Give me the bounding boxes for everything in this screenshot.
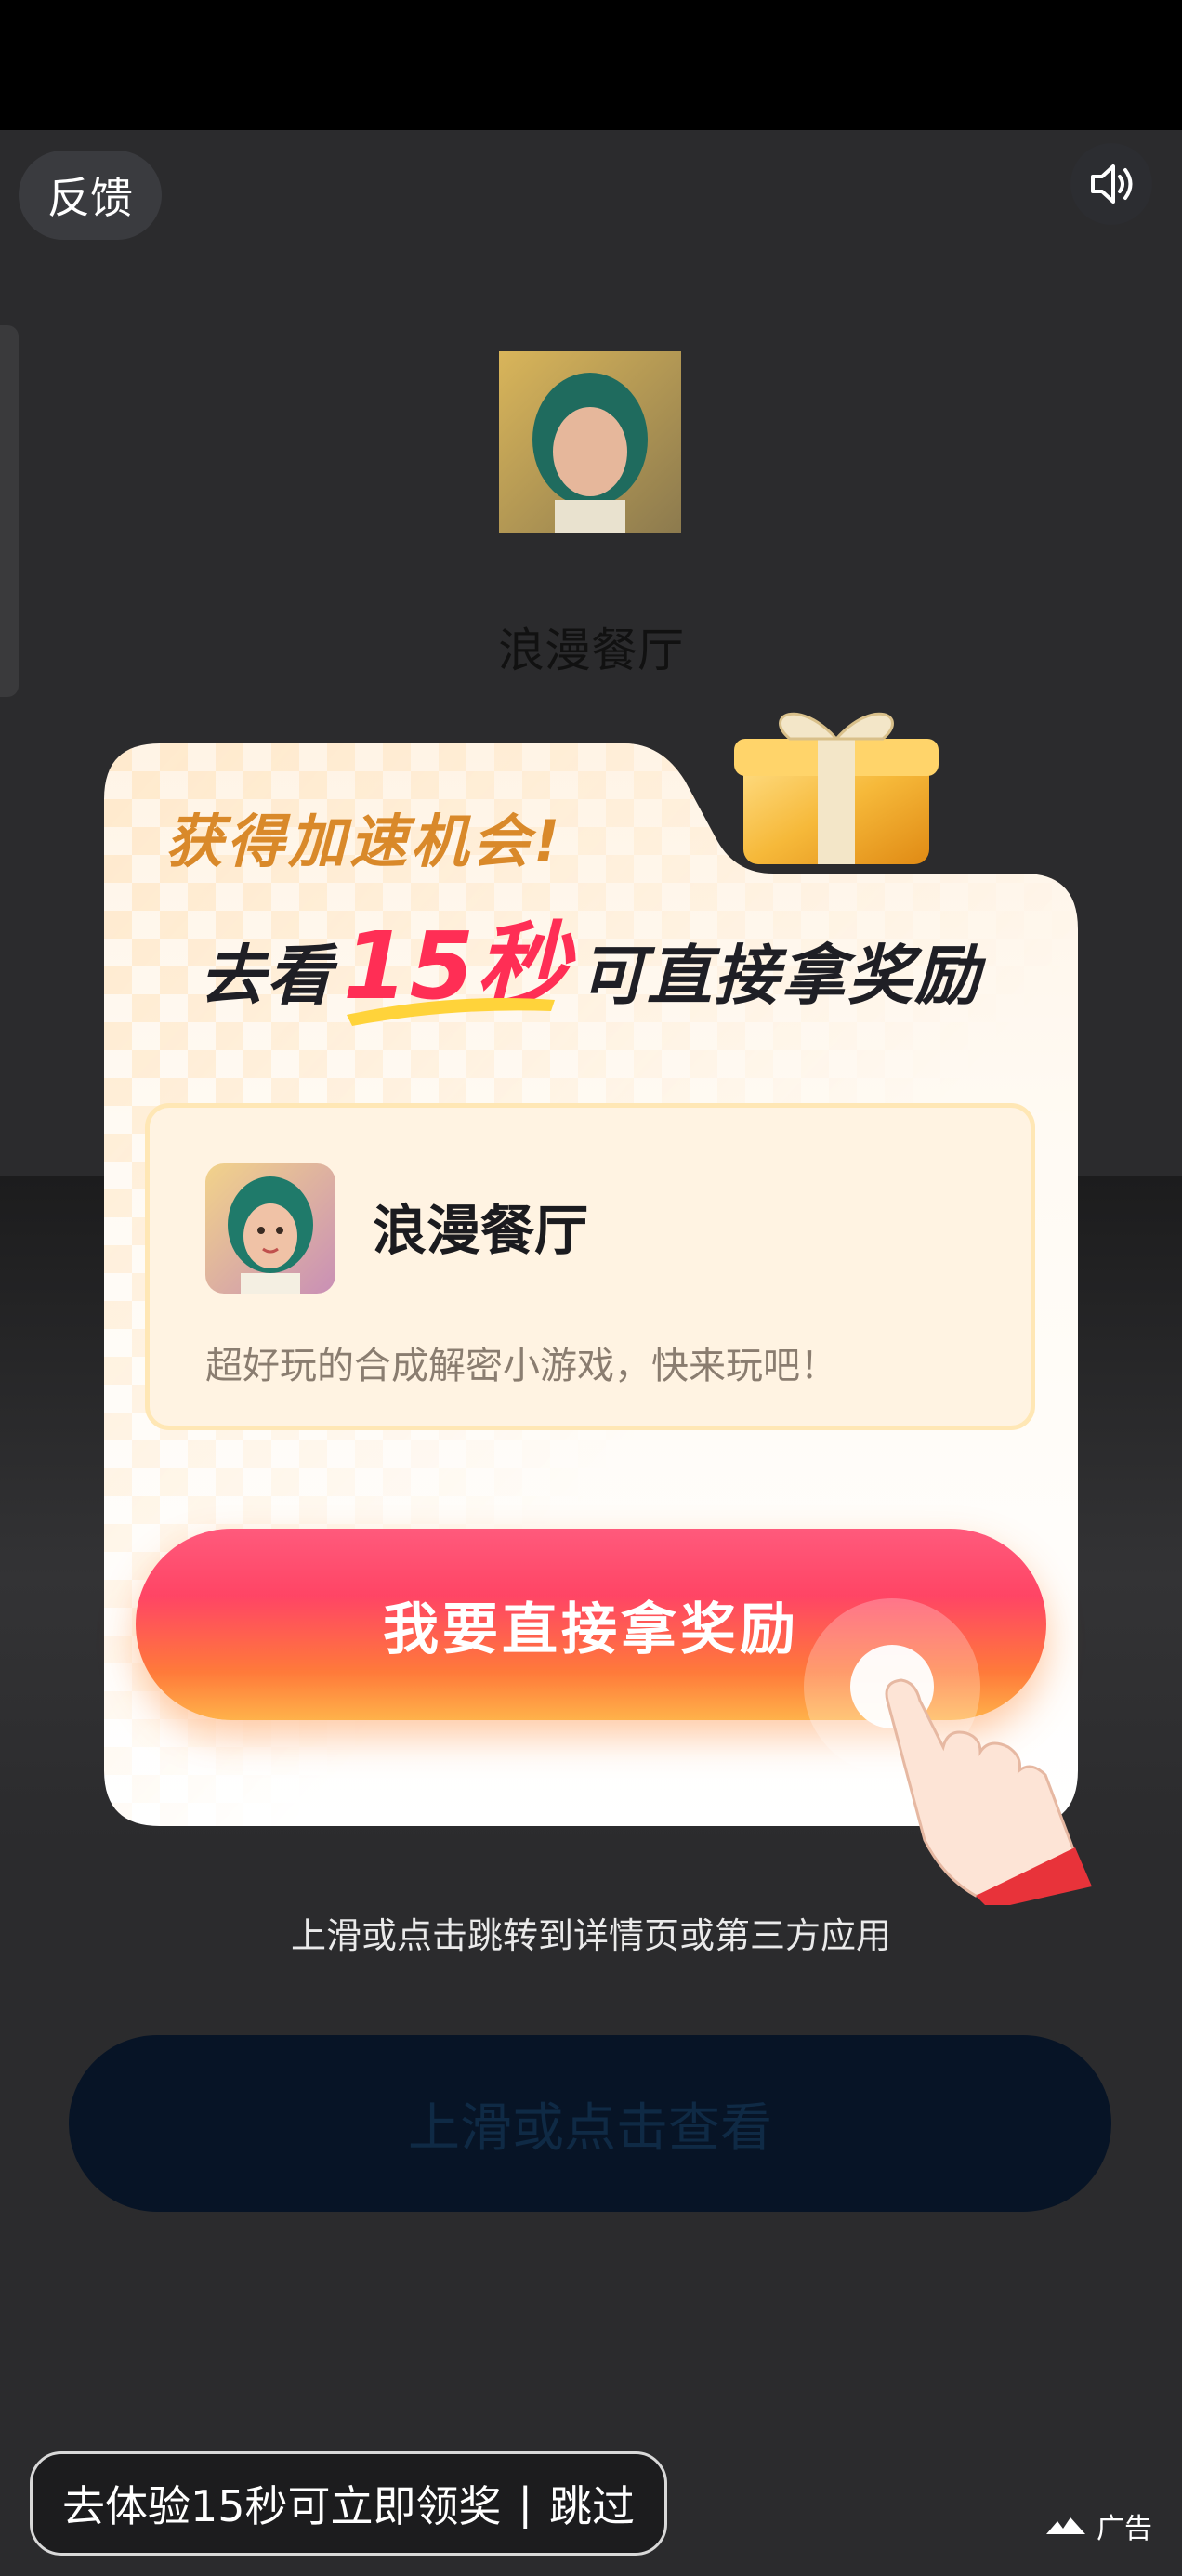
- app-icon[interactable]: [205, 1163, 335, 1294]
- app-name: 浪漫餐厅: [373, 1199, 589, 1262]
- skip-button[interactable]: 跳过: [549, 2473, 635, 2534]
- ad-badge: 广告: [1044, 2505, 1152, 2546]
- reward-title: 获得加速机会!: [165, 808, 564, 875]
- skip-info-text: 去体验15秒可立即领奖: [61, 2481, 502, 2531]
- highlight-underline: [347, 998, 555, 1026]
- feedback-button[interactable]: 反馈: [19, 151, 162, 240]
- background-app-name: 浪漫餐厅: [498, 624, 684, 677]
- status-bar: [0, 0, 1182, 130]
- ad-logo-icon: [1046, 2517, 1085, 2534]
- skip-separator: |: [518, 2478, 533, 2529]
- headline-prefix: 去看: [200, 938, 334, 1014]
- claim-reward-label: 我要直接拿奖励: [383, 1597, 799, 1663]
- headline: 去看 15秒 可直接拿奖励: [200, 912, 982, 1020]
- swipe-view-button[interactable]: 上滑或点击查看: [69, 2035, 1111, 2212]
- app-info-card[interactable]: 浪漫餐厅 超好玩的合成解密小游戏，快来玩吧！: [145, 1103, 1035, 1430]
- speaker-icon: [1091, 164, 1133, 204]
- ad-label-text: 广告: [1097, 2513, 1152, 2545]
- gift-box-icon: [734, 712, 939, 864]
- sound-toggle-button[interactable]: [1070, 143, 1152, 225]
- pointing-hand-icon: [804, 1598, 1092, 1905]
- jump-hint-text: 上滑或点击跳转到详情页或第三方应用: [290, 1915, 891, 1956]
- headline-suffix: 可直接拿奖励: [580, 938, 982, 1014]
- app-description: 超好玩的合成解密小游戏，快来玩吧！: [205, 1345, 837, 1387]
- skip-bar[interactable]: 去体验15秒可立即领奖 | 跳过: [30, 2451, 667, 2556]
- background-app-icon: [499, 351, 681, 533]
